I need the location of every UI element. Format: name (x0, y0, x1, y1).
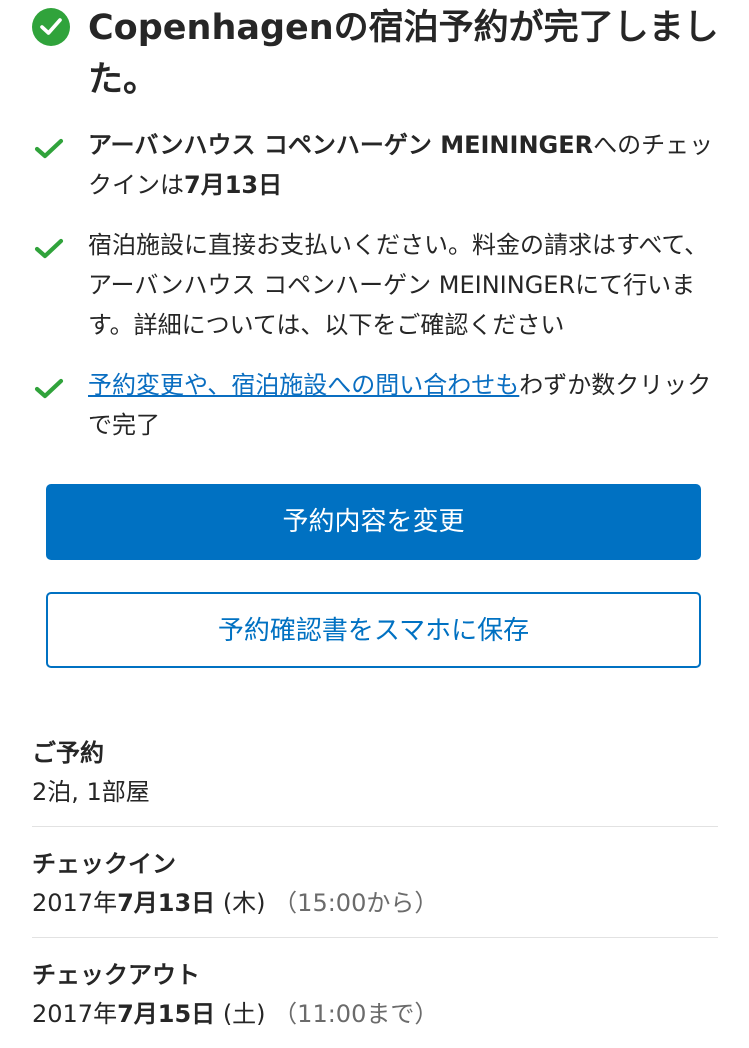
checkout-time: （11:00まで） (273, 1000, 439, 1028)
booking-details: ご予約 2泊, 1部屋 チェックイン 2017年7月13日 (木) （15:00… (32, 730, 718, 1048)
booking-confirmation-page: Copenhagenの宿泊予約が完了しました。 アーバンハウス コペンハーゲン … (0, 0, 749, 1043)
checkout-weekday: (土) (215, 1000, 274, 1028)
checkout-value: 2017年7月15日 (土) （11:00まで） (32, 994, 718, 1034)
hotel-name: アーバンハウス コペンハーゲン MEININGER (88, 131, 594, 159)
bullet-checkin-info: アーバンハウス コペンハーゲン MEININGERへのチェックインは7月13日 (34, 125, 724, 205)
booking-summary: ご予約 2泊, 1部屋 (32, 730, 718, 827)
payment-text: 宿泊施設に直接お支払いください。料金の請求はすべて、アーバンハウス コペンハーゲ… (88, 231, 709, 339)
checkin-date: 7月13日 (184, 171, 283, 199)
manage-booking-link[interactable]: 予約変更や、宿泊施設への問い合わせも (88, 371, 519, 399)
checkout-detail: チェックアウト 2017年7月15日 (土) （11:00まで） (32, 938, 718, 1048)
confirmation-header: Copenhagenの宿泊予約が完了しました。 (32, 2, 732, 106)
save-confirmation-button[interactable]: 予約確認書をスマホに保存 (46, 592, 701, 668)
bullet-manage-info: 予約変更や、宿泊施設への問い合わせもわずか数クリックで完了 (34, 365, 724, 445)
confirmation-bullet-list: アーバンハウス コペンハーゲン MEININGERへのチェックインは7月13日 … (34, 125, 724, 465)
checkout-label: チェックアウト (32, 961, 200, 989)
check-icon (34, 233, 64, 273)
check-circle-icon (32, 8, 70, 46)
check-icon (34, 373, 64, 413)
modify-booking-button[interactable]: 予約内容を変更 (46, 484, 701, 560)
checkout-day: 7月15日 (117, 1000, 216, 1028)
checkin-year: 2017年 (32, 889, 118, 917)
checkin-day: 7月13日 (117, 889, 216, 917)
booking-label: ご予約 (32, 739, 104, 767)
checkin-detail: チェックイン 2017年7月13日 (木) （15:00から） (32, 827, 718, 938)
booking-value: 2泊, 1部屋 (32, 778, 150, 806)
bullet-payment-info: 宿泊施設に直接お支払いください。料金の請求はすべて、アーバンハウス コペンハーゲ… (34, 225, 724, 345)
checkin-value: 2017年7月13日 (木) （15:00から） (32, 883, 718, 923)
checkin-weekday: (木) (215, 889, 274, 917)
checkout-year: 2017年 (32, 1000, 118, 1028)
page-title: Copenhagenの宿泊予約が完了しました。 (88, 8, 719, 100)
checkin-time: （15:00から） (273, 889, 439, 917)
checkin-label: チェックイン (32, 850, 176, 878)
check-icon (34, 133, 64, 173)
